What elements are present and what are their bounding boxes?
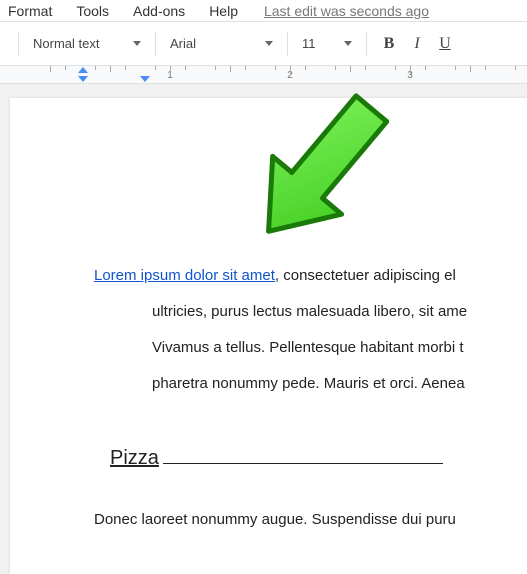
ruler-tick (485, 66, 486, 70)
chevron-down-icon (265, 41, 273, 46)
menu-bar: Format Tools Add-ons Help Last edit was … (0, 0, 527, 22)
font-family-label: Arial (170, 36, 196, 51)
body-text[interactable]: ultricies, purus lectus malesuada libero… (94, 294, 527, 330)
body-text[interactable]: pharetra nonummy pede. Mauris et orci. A… (94, 366, 527, 402)
bold-button[interactable]: B (375, 30, 403, 58)
toolbar-separator (366, 32, 367, 56)
ruler-tick (95, 66, 96, 70)
ruler-tick (515, 66, 516, 70)
ruler-tick (230, 66, 231, 72)
body-text[interactable]: Vivamus a tellus. Pellentesque habitant … (94, 330, 527, 366)
paragraph-style-label: Normal text (33, 36, 99, 51)
ruler-tick (455, 66, 456, 70)
paragraph-style-dropdown[interactable]: Normal text (27, 32, 147, 55)
font-size-dropdown[interactable]: 11 (296, 32, 358, 55)
ruler-tick (155, 66, 156, 70)
ruler-tick (335, 66, 336, 70)
toolbar-separator (18, 32, 19, 56)
left-indent-marker[interactable] (78, 76, 88, 82)
toolbar-separator (287, 32, 288, 56)
menu-tools[interactable]: Tools (72, 1, 113, 21)
toolbar-separator (155, 32, 156, 56)
menu-addons[interactable]: Add-ons (129, 1, 189, 21)
paragraph[interactable]: Lorem ipsum dolor sit amet, consectetuer… (94, 258, 527, 294)
document-page[interactable]: Lorem ipsum dolor sit amet, consectetuer… (10, 98, 527, 574)
first-line-indent-marker[interactable] (78, 67, 88, 73)
document-workspace: Lorem ipsum dolor sit amet, consectetuer… (0, 84, 527, 574)
chevron-down-icon (133, 41, 141, 46)
ruler-tick (170, 66, 171, 74)
body-text[interactable]: , consectetuer adipiscing el (275, 267, 456, 284)
menu-help[interactable]: Help (205, 1, 242, 21)
underlined-text[interactable]: Pizza (94, 434, 163, 482)
ruler-tick (290, 66, 291, 74)
underlined-heading-row[interactable]: Pizza (94, 434, 527, 482)
ruler-tick (185, 66, 186, 70)
toolbar: Normal text Arial 11 B I U (0, 22, 527, 66)
last-edit-link[interactable]: Last edit was seconds ago (264, 3, 429, 19)
ruler-tick (50, 66, 51, 72)
ruler-tick (395, 66, 396, 70)
hanging-indent-marker[interactable] (140, 76, 150, 82)
ruler-tick (65, 66, 66, 70)
ruler-tick (470, 66, 471, 72)
ruler-tick (215, 66, 216, 70)
ruler-tick (110, 66, 111, 72)
italic-button[interactable]: I (403, 30, 431, 58)
font-size-label: 11 (302, 36, 316, 51)
ruler-tick (245, 66, 246, 70)
ruler-tick (365, 66, 366, 70)
paragraph[interactable]: Donec laoreet nonummy augue. Suspendisse… (94, 502, 527, 538)
underline-rule (163, 463, 443, 464)
font-family-dropdown[interactable]: Arial (164, 32, 279, 55)
ruler-tick (410, 66, 411, 74)
menu-format[interactable]: Format (4, 1, 56, 21)
chevron-down-icon (344, 41, 352, 46)
ruler-tick (350, 66, 351, 72)
underline-button[interactable]: U (431, 30, 459, 58)
hyperlink[interactable]: Lorem ipsum dolor sit amet (94, 267, 275, 284)
horizontal-ruler[interactable]: 1 2 3 4 (0, 66, 527, 84)
ruler-tick (125, 66, 126, 70)
ruler-tick (425, 66, 426, 70)
ruler-tick (305, 66, 306, 70)
ruler-tick (275, 66, 276, 70)
